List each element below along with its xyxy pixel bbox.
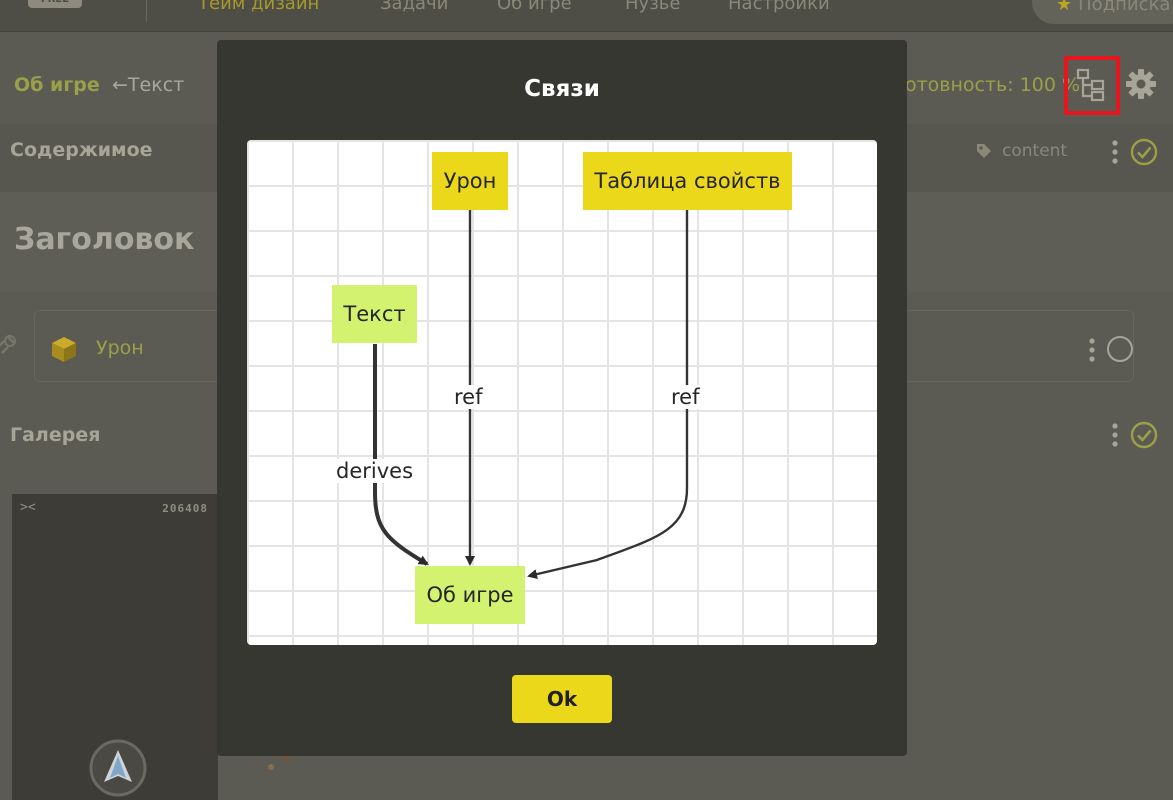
- edge-text-to-game: [373, 344, 429, 566]
- cube-icon: [52, 337, 76, 362]
- content-section-title: Содержимое: [10, 139, 153, 161]
- more-vertical-icon[interactable]: [1112, 423, 1118, 447]
- subscribe-button[interactable]: ★ Подписка: [1032, 0, 1173, 24]
- breadcrumb-back-link[interactable]: ←Текст: [112, 74, 184, 96]
- gallery-section-title: Галерея: [10, 424, 101, 446]
- edge-label-ref: ref: [669, 385, 702, 409]
- nav-item-settings[interactable]: Настройки: [728, 0, 830, 14]
- nav-item-news[interactable]: Нузье: [625, 0, 680, 14]
- gear-icon[interactable]: [1124, 67, 1158, 101]
- graph-node-text[interactable]: Текст: [332, 285, 417, 343]
- readiness-status: готовность: 100 %: [895, 74, 1081, 96]
- more-vertical-icon[interactable]: [1112, 140, 1118, 164]
- more-vertical-icon[interactable]: [1089, 338, 1095, 362]
- reference-label[interactable]: Урон: [96, 337, 144, 359]
- edge-label-ref: ref: [452, 385, 485, 409]
- edge-label-derives: derives: [334, 459, 416, 483]
- link-icon[interactable]: [0, 333, 18, 357]
- tree-icon[interactable]: [1076, 68, 1106, 102]
- modal-title: Связи: [524, 76, 600, 102]
- relations-modal: Связи Урон Таблица свойств Текст Об игре…: [217, 40, 907, 756]
- content-tag[interactable]: content: [1002, 141, 1067, 161]
- nav-item-about-game[interactable]: Об игре: [497, 0, 572, 14]
- graph-node-properties-table[interactable]: Таблица свойств: [583, 152, 792, 210]
- breadcrumb-current[interactable]: Об игре: [14, 74, 100, 96]
- subscribe-label: Подписка: [1078, 0, 1171, 15]
- plan-badge: FREE: [28, 0, 82, 8]
- tag-icon: [977, 144, 991, 158]
- top-navigation-bar: FREE Тейм дизайн Задачи Об игре Нузье На…: [0, 0, 1173, 32]
- decorative-dot: [268, 764, 274, 770]
- ok-button[interactable]: Ok: [512, 675, 612, 723]
- spaceship-icon: [89, 739, 147, 797]
- check-circle-icon[interactable]: [1130, 421, 1158, 449]
- gallery-image[interactable]: >< 206408: [12, 494, 218, 800]
- check-circle-icon[interactable]: [1130, 138, 1158, 166]
- game-hud-score: 206408: [162, 502, 208, 515]
- circle-icon[interactable]: [1107, 336, 1133, 362]
- topbar-divider: [146, 0, 147, 22]
- game-hud-left: ><: [20, 500, 36, 515]
- nav-item-team-design[interactable]: Тейм дизайн: [198, 0, 319, 14]
- graph-node-damage[interactable]: Урон: [432, 152, 508, 210]
- edge-table-to-game: [527, 210, 689, 580]
- nav-item-tasks[interactable]: Задачи: [380, 0, 448, 14]
- graph-node-about-game[interactable]: Об игре: [415, 566, 525, 624]
- heading-text[interactable]: Заголовок: [14, 222, 194, 257]
- relations-graph: Урон Таблица свойств Текст Об игре ref r…: [247, 140, 877, 645]
- star-icon: ★: [1056, 0, 1073, 15]
- graph-edges: [373, 210, 689, 580]
